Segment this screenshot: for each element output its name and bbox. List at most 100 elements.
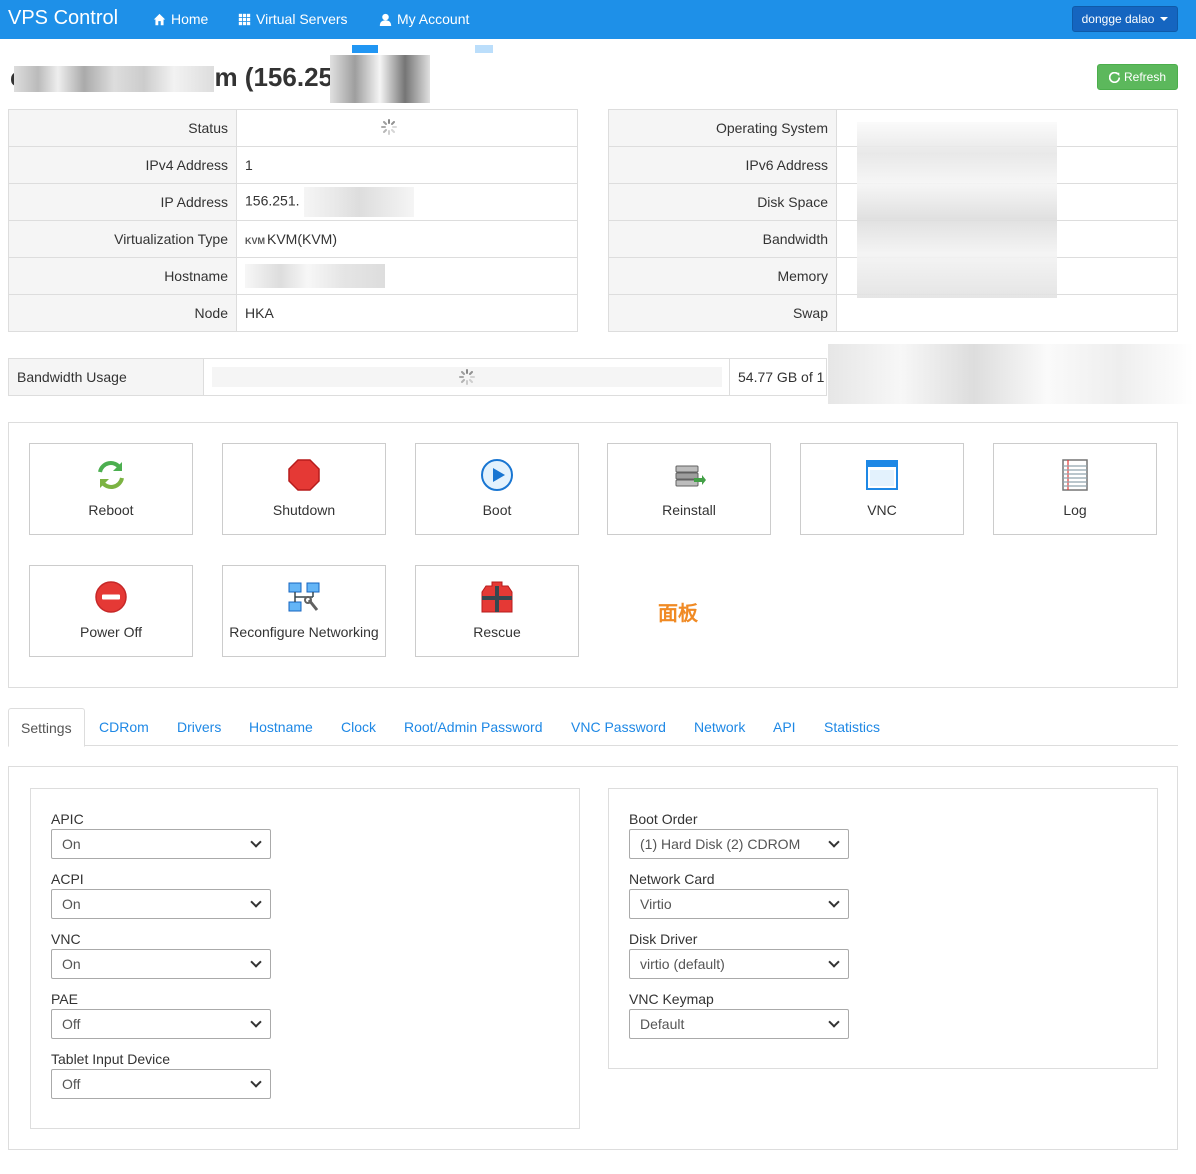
- tab-root-admin-password[interactable]: Root/Admin Password: [404, 708, 543, 746]
- tab-vnc-password[interactable]: VNC Password: [571, 708, 666, 746]
- reboot-button[interactable]: Reboot: [29, 443, 193, 535]
- boot-order-select[interactable]: (1) Hard Disk (2) CDROM: [629, 829, 849, 859]
- tab-network[interactable]: Network: [694, 708, 745, 746]
- boot-label: Boot: [482, 502, 512, 518]
- pae-select[interactable]: Off: [51, 1009, 271, 1039]
- user-menu-button[interactable]: dongge dalao: [1072, 6, 1178, 32]
- info-label: Status: [8, 109, 237, 147]
- network-icon: [288, 582, 320, 612]
- reconfigure-networking-button[interactable]: Reconfigure Networking: [222, 565, 386, 657]
- reboot-icon: [98, 461, 124, 489]
- user-menu-label: dongge dalao: [1081, 12, 1155, 26]
- grid-icon: [238, 13, 251, 25]
- nav-home[interactable]: Home: [153, 11, 208, 27]
- hostname-value: [236, 257, 578, 295]
- chevron-down-icon: [828, 896, 840, 908]
- settings-tabs: Settings CDRom Drivers Hostname Clock Ro…: [8, 708, 1178, 747]
- settings-group-left: APIC On ACPI On VNC On PAE Off Tablet In…: [30, 788, 580, 1129]
- table-row: Status: [8, 109, 578, 147]
- rescue-icon: [481, 581, 513, 613]
- tab-clock[interactable]: Clock: [341, 708, 376, 746]
- tab-statistics[interactable]: Statistics: [824, 708, 880, 746]
- boot-button[interactable]: Boot: [415, 443, 579, 535]
- chevron-down-icon: [250, 956, 262, 968]
- settings-group-right: Boot Order (1) Hard Disk (2) CDROM Netwo…: [608, 788, 1158, 1069]
- vnc-keymap-label: VNC Keymap: [629, 991, 714, 1007]
- page-title-text: m (156.251: [214, 62, 348, 92]
- tab-drivers[interactable]: Drivers: [177, 708, 221, 746]
- network-card-select-value: Virtio: [640, 896, 672, 912]
- disk-driver-select[interactable]: virtio (default): [629, 949, 849, 979]
- info-label: IPv6 Address: [608, 146, 837, 184]
- vnc-icon: [866, 460, 898, 490]
- tablet-input-select-value: Off: [62, 1076, 81, 1092]
- tablet-input-label: Tablet Input Device: [51, 1051, 171, 1067]
- user-icon: [379, 13, 392, 26]
- server-actions-panel: Reboot Shutdown Boot Reinstall VNC Log P…: [8, 422, 1178, 688]
- reinstall-label: Reinstall: [662, 502, 716, 518]
- rescue-button[interactable]: Rescue: [415, 565, 579, 657]
- refresh-icon: [1108, 71, 1120, 83]
- redaction-block: [330, 45, 495, 105]
- chevron-down-icon: [828, 836, 840, 848]
- vnc-keymap-select[interactable]: Default: [629, 1009, 849, 1039]
- chevron-down-icon: [250, 1016, 262, 1028]
- redaction-block: [828, 344, 1193, 404]
- tab-api[interactable]: API: [773, 708, 796, 746]
- top-navbar: VPS Control Home Virtual Servers My Acco…: [0, 0, 1196, 39]
- boot-icon: [481, 459, 513, 491]
- vnc-button[interactable]: VNC: [800, 443, 964, 535]
- loading-spinner-icon: [458, 369, 475, 385]
- bandwidth-usage-row: Bandwidth Usage 54.77 GB of 1: [8, 358, 827, 396]
- tab-hostname[interactable]: Hostname: [249, 708, 313, 746]
- rescue-label: Rescue: [473, 624, 521, 640]
- power-off-label: Power Off: [80, 624, 142, 640]
- vnc-keymap-select-value: Default: [640, 1016, 685, 1032]
- reinstall-icon: [675, 465, 706, 487]
- shutdown-button[interactable]: Shutdown: [222, 443, 386, 535]
- table-row: IPv4 Address 1: [8, 146, 578, 184]
- log-button[interactable]: Log: [993, 443, 1157, 535]
- info-label: Memory: [608, 257, 837, 295]
- chevron-down-icon: [250, 896, 262, 908]
- table-row: IP Address 156.251.: [8, 183, 578, 221]
- server-info-table-left: Status IPv4 Address 1 IP Address 156.251. …: [8, 109, 578, 332]
- shutdown-icon: [288, 459, 320, 491]
- ip-value-text: 156.251.: [245, 192, 300, 209]
- acpi-select[interactable]: On: [51, 889, 271, 919]
- brand-title[interactable]: VPS Control: [8, 7, 118, 30]
- tab-cdrom[interactable]: CDRom: [99, 708, 149, 746]
- ip-value: 156.251.: [236, 183, 578, 221]
- virtualization-text: KVM(KVM): [267, 231, 337, 247]
- reboot-label: Reboot: [88, 502, 134, 518]
- tablet-input-select[interactable]: Off: [51, 1069, 271, 1099]
- tab-settings[interactable]: Settings: [8, 708, 85, 747]
- home-icon: [153, 13, 166, 25]
- vnc-select-value: On: [62, 956, 81, 972]
- ipv4-value: 1: [236, 146, 578, 184]
- info-label: Operating System: [608, 109, 837, 147]
- table-row: Swap: [608, 294, 1178, 332]
- info-label: Bandwidth: [608, 220, 837, 258]
- caret-down-icon: [1160, 17, 1169, 21]
- acpi-select-value: On: [62, 896, 81, 912]
- node-value: HKA: [236, 294, 578, 332]
- reconfigure-networking-label: Reconfigure Networking: [229, 624, 379, 640]
- apic-select[interactable]: On: [51, 829, 271, 859]
- nav-virtual-servers-label: Virtual Servers: [256, 11, 348, 27]
- table-row: Virtualization Type KVM KVM(KVM): [8, 220, 578, 258]
- network-card-select[interactable]: Virtio: [629, 889, 849, 919]
- chevron-down-icon: [828, 956, 840, 968]
- nav-my-account[interactable]: My Account: [379, 11, 469, 27]
- panel-annotation: 面板: [658, 603, 698, 625]
- reinstall-button[interactable]: Reinstall: [607, 443, 771, 535]
- settings-panel: APIC On ACPI On VNC On PAE Off Tablet In…: [8, 766, 1178, 1150]
- chevron-down-icon: [828, 1016, 840, 1028]
- shutdown-label: Shutdown: [272, 502, 336, 518]
- info-label: IPv4 Address: [8, 146, 237, 184]
- vnc-select[interactable]: On: [51, 949, 271, 979]
- power-off-button[interactable]: Power Off: [29, 565, 193, 657]
- apic-label: APIC: [51, 811, 84, 827]
- nav-virtual-servers[interactable]: Virtual Servers: [238, 11, 348, 27]
- refresh-button[interactable]: Refresh: [1097, 64, 1178, 90]
